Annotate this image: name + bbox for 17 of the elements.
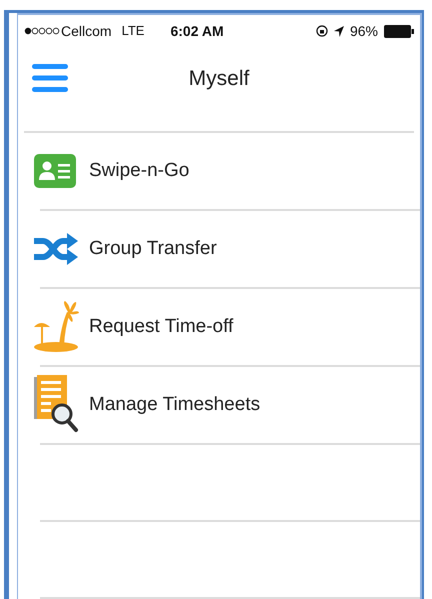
carrier-name: Cellcom	[61, 22, 112, 40]
location-arrow-icon	[334, 26, 344, 36]
rotation-lock-icon	[316, 25, 328, 37]
page-title: Myself	[188, 66, 250, 92]
menu-item[interactable]: Manage Timesheets	[18, 367, 420, 443]
palm-island-icon	[33, 301, 79, 353]
contact-card-icon	[33, 153, 77, 189]
menu-icon	[32, 63, 68, 93]
clock-time: 6:02 AM	[170, 22, 224, 40]
menu-item[interactable]: Request Time-off	[18, 289, 420, 365]
battery-percent: 96%	[350, 22, 378, 40]
battery-icon	[384, 24, 414, 38]
network-type: LTE	[122, 22, 144, 40]
menu-item[interactable]: Swipe-n-Go	[18, 133, 420, 209]
menu-button[interactable]	[32, 63, 68, 93]
menu-item[interactable]: Group Transfer	[18, 211, 420, 287]
signal-dots-icon	[24, 27, 60, 35]
